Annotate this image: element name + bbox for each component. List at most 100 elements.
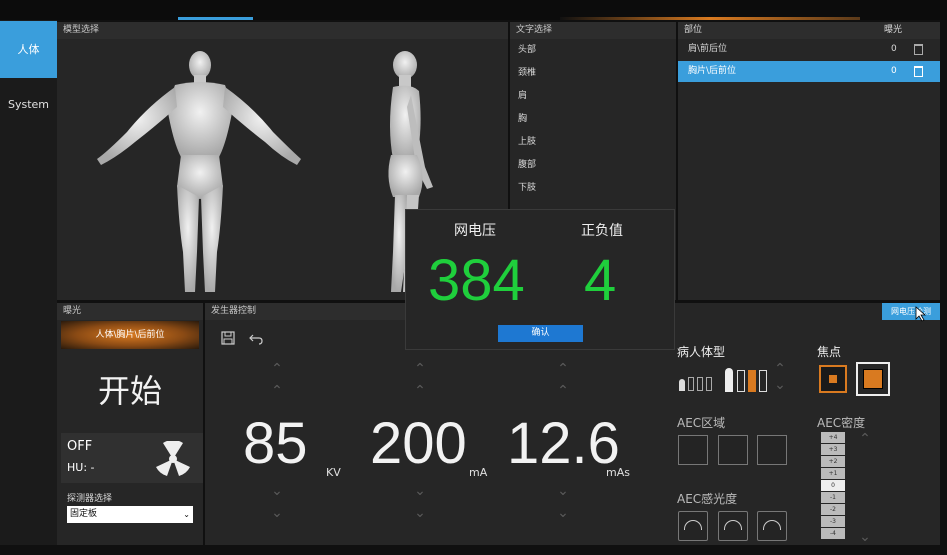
density-scale: +4 +3 +2 +1 0 -1 -2 -3 -4: [821, 432, 845, 539]
position-row-label: 胸片\后前位: [688, 66, 737, 76]
aec-area-center-icon[interactable]: [718, 435, 748, 465]
ma-unit: mA: [469, 466, 488, 479]
kv-up-fast-icon[interactable]: ⌃: [267, 361, 287, 377]
mas-value: 12.6: [507, 411, 620, 476]
aec-area-right-icon[interactable]: [757, 435, 787, 465]
mas-up-fast-icon[interactable]: ⌃: [553, 361, 573, 377]
trash-icon[interactable]: [914, 44, 923, 55]
kv-up-icon[interactable]: ⌃: [267, 383, 287, 399]
gauge-low-icon[interactable]: [678, 511, 708, 541]
chevron-down-icon: ⌄: [183, 510, 190, 519]
ma-down-fast-icon[interactable]: ⌄: [410, 505, 430, 521]
mas-down-fast-icon[interactable]: ⌄: [553, 505, 573, 521]
focus-small-button[interactable]: [819, 365, 847, 393]
aec-area-left-icon[interactable]: [678, 435, 708, 465]
model-panel-title: 模型选择: [57, 22, 508, 39]
text-item-head[interactable]: 头部: [510, 39, 676, 62]
exposure-selected-position: 人体\胸片\后前位: [61, 321, 199, 349]
aec-sensitivity-label: AEC感光度: [677, 492, 738, 506]
position-row-count: 0: [891, 44, 897, 54]
density-up-icon[interactable]: ⌃: [855, 431, 875, 447]
undo-icon[interactable]: [249, 331, 263, 345]
body-type-down-icon[interactable]: ⌄: [770, 377, 790, 393]
density-level[interactable]: -4: [821, 528, 845, 539]
focus-large-icon: [863, 369, 883, 389]
position-row-count: 0: [891, 66, 897, 76]
kv-value: 85: [243, 411, 308, 476]
gauge-high-icon[interactable]: [757, 511, 787, 541]
aec-density-label: AEC密度: [817, 416, 866, 430]
density-level[interactable]: +1: [821, 468, 845, 479]
body-type-up-icon[interactable]: ⌃: [770, 361, 790, 377]
kv-unit: KV: [326, 466, 341, 479]
col-position: 部位: [684, 25, 703, 35]
voltage-value: 384: [428, 248, 525, 313]
text-item-shoulder[interactable]: 肩: [510, 85, 676, 108]
body-type-large[interactable]: [725, 366, 775, 394]
mas-unit: mAs: [606, 466, 630, 479]
position-row-selected[interactable]: 胸片\后前位 0: [678, 61, 940, 82]
position-header: 部位 曝光: [678, 22, 940, 39]
position-row[interactable]: 肩\前后位 0: [678, 39, 940, 60]
bar-icon: [706, 377, 712, 391]
bar-icon-active: [748, 370, 756, 392]
top-bar: [0, 0, 947, 20]
start-button[interactable]: 开始: [57, 361, 203, 421]
tab-indicator: [178, 17, 253, 20]
status-box: OFF HU: -: [61, 433, 203, 483]
hu-value: HU: -: [67, 461, 95, 474]
nav-item-body[interactable]: 人体: [0, 21, 57, 78]
position-row-label: 肩\前后位: [688, 44, 728, 54]
text-list: 头部 颈椎 肩 胸 上肢 腹部 下肢: [510, 39, 676, 200]
ma-up-fast-icon[interactable]: ⌃: [410, 361, 430, 377]
save-icon[interactable]: [221, 331, 235, 345]
density-level[interactable]: +2: [821, 456, 845, 467]
position-panel: 部位 曝光 肩\前后位 0 胸片\后前位 0: [678, 22, 940, 300]
ma-value: 200: [370, 411, 467, 476]
bar-icon: [737, 370, 745, 392]
text-item-abdomen[interactable]: 腹部: [510, 154, 676, 177]
kv-down-icon[interactable]: ⌄: [267, 483, 287, 499]
net-voltage-button[interactable]: 网电压检测: [882, 303, 940, 320]
kv-down-fast-icon[interactable]: ⌄: [267, 505, 287, 521]
density-level[interactable]: +4: [821, 432, 845, 443]
density-level[interactable]: -1: [821, 492, 845, 503]
right-panel: 网电压检测 病人体型 焦点 ⌃ ⌄ AEC区域 AEC密度 ⌃ +4 +3 +2…: [675, 303, 940, 545]
col-exposure: 曝光: [884, 25, 903, 35]
density-level[interactable]: +3: [821, 444, 845, 455]
trash-icon[interactable]: [914, 66, 923, 77]
detector-label: 探测器选择: [67, 494, 113, 504]
confirm-button[interactable]: 确认: [498, 325, 583, 342]
focus-large-button[interactable]: [856, 362, 890, 396]
top-accent-line: [560, 17, 860, 20]
polarity-label: 正负值: [581, 223, 623, 239]
radiation-icon: [156, 441, 190, 476]
text-item-cervical[interactable]: 颈椎: [510, 62, 676, 85]
bar-icon: [688, 377, 694, 391]
bar-icon: [697, 377, 703, 391]
status-off: OFF: [67, 439, 93, 454]
detector-select[interactable]: 固定板 ⌄: [67, 506, 193, 523]
text-item-upper-limb[interactable]: 上肢: [510, 131, 676, 154]
text-item-chest[interactable]: 胸: [510, 108, 676, 131]
mas-up-icon[interactable]: ⌃: [553, 383, 573, 399]
model-front[interactable]: [87, 47, 307, 297]
mas-down-icon[interactable]: ⌄: [553, 483, 573, 499]
nav-item-system[interactable]: System: [0, 90, 57, 120]
text-panel-title: 文字选择: [510, 22, 676, 39]
density-down-icon[interactable]: ⌄: [855, 529, 875, 545]
density-level-selected[interactable]: 0: [821, 480, 845, 491]
density-level[interactable]: -2: [821, 504, 845, 515]
density-level[interactable]: -3: [821, 516, 845, 527]
ma-down-icon[interactable]: ⌄: [410, 483, 430, 499]
mouse-cursor-icon: [915, 306, 927, 322]
body-type-label: 病人体型: [677, 345, 726, 359]
gauge-mid-icon[interactable]: [718, 511, 748, 541]
ma-up-icon[interactable]: ⌃: [410, 383, 430, 399]
exposure-panel-title: 曝光: [57, 303, 203, 320]
left-nav: 人体 System: [0, 20, 57, 545]
text-item-lower-limb[interactable]: 下肢: [510, 177, 676, 200]
exposure-panel: 曝光 人体\胸片\后前位 开始 OFF HU: - 探测器选择 固定板 ⌄: [57, 303, 203, 545]
body-type-small[interactable]: [679, 373, 719, 393]
aec-area-label: AEC区域: [677, 416, 726, 430]
